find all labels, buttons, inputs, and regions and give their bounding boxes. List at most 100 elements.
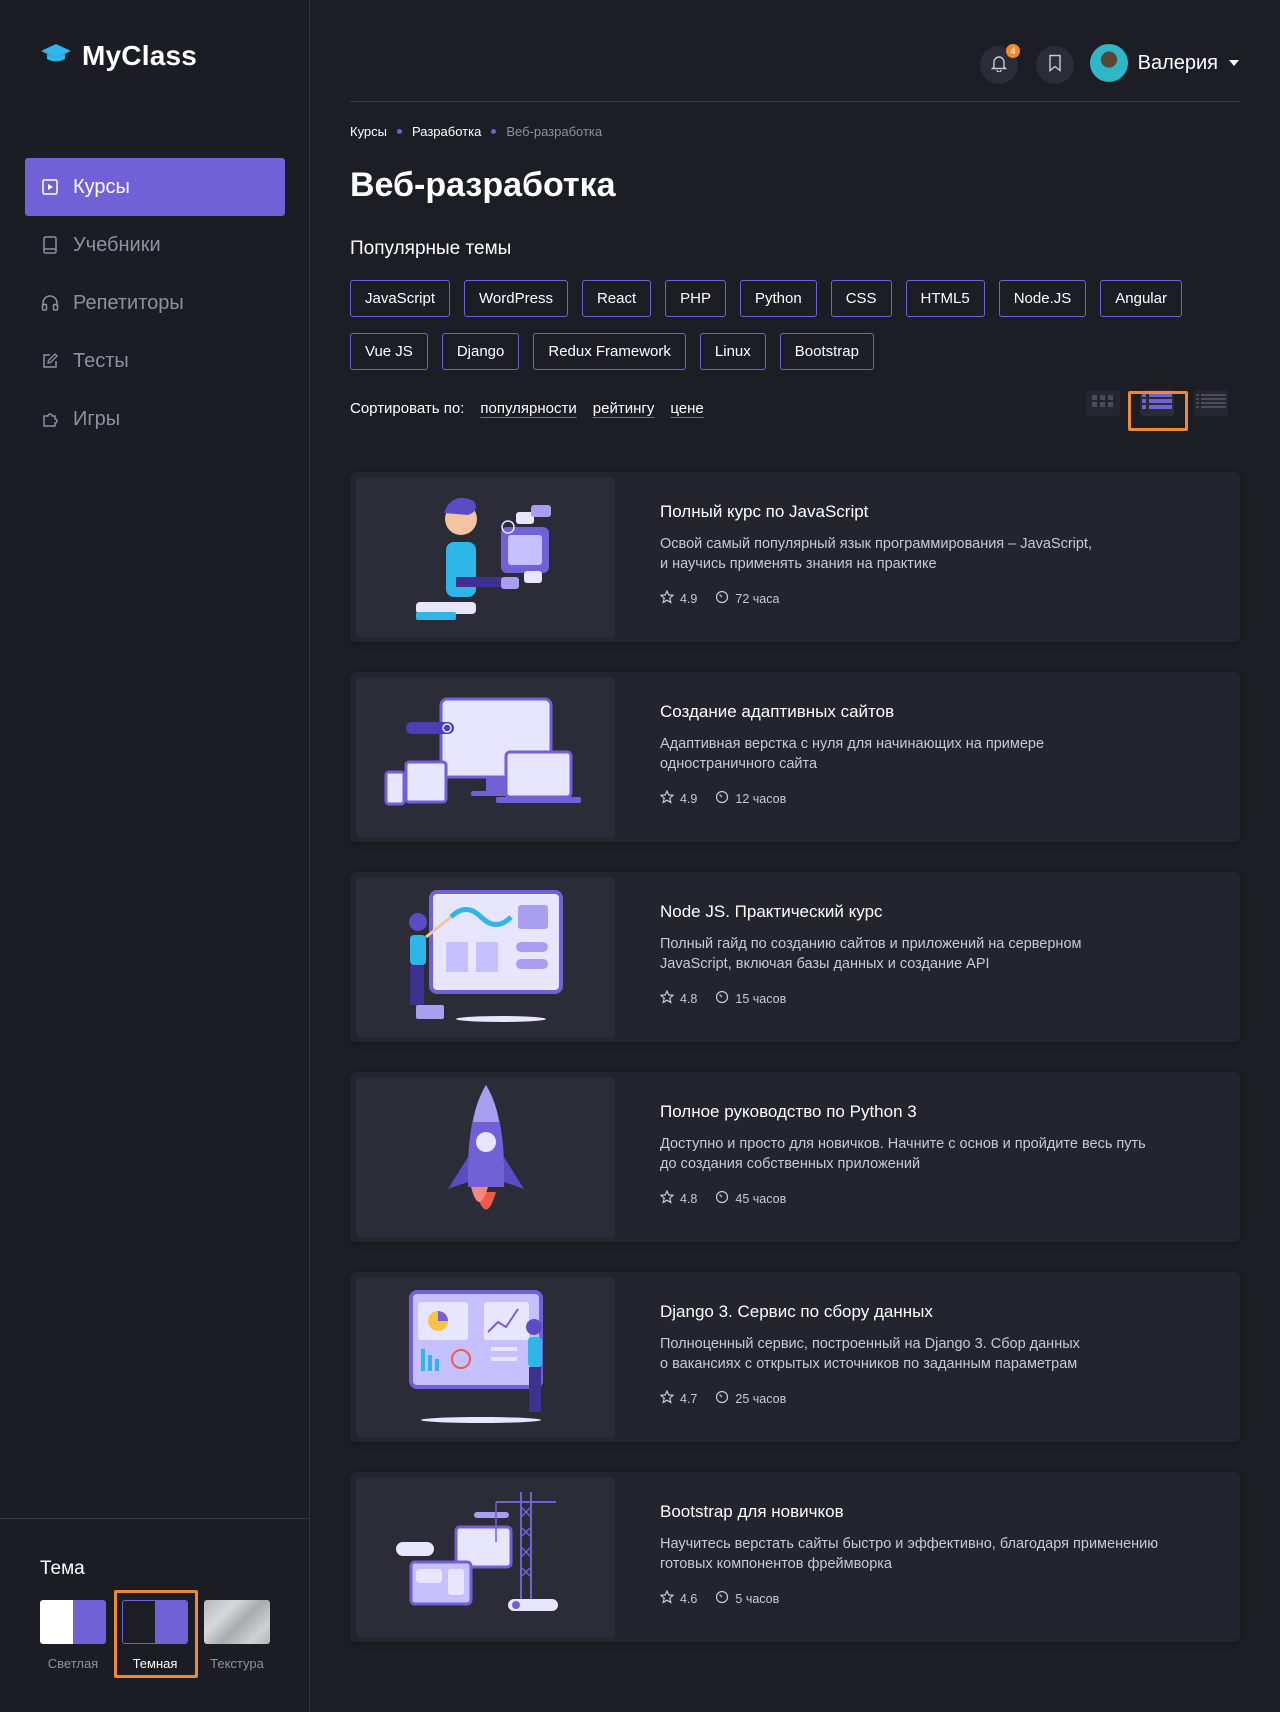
course-info: Bootstrap для новичков Научитесь верстат… <box>659 1502 1220 1607</box>
course-rating: 4.9 <box>680 791 698 806</box>
header: 4 Валерия <box>350 42 1240 102</box>
headphones-icon <box>41 294 59 312</box>
course-meta: 4.9 12 часов <box>659 789 1220 807</box>
grid-icon <box>1092 394 1114 412</box>
course-thumbnail <box>356 1277 615 1437</box>
sidebar-item-courses[interactable]: Курсы <box>25 158 285 216</box>
logo[interactable]: MyClass <box>40 40 197 72</box>
course-card[interactable]: Полное руководство по Python 3 Доступно … <box>350 1072 1240 1242</box>
grid-view-button[interactable] <box>1086 390 1120 416</box>
course-description: Полноценный сервис, построенный на Djang… <box>660 1336 1080 1372</box>
star-icon <box>659 1589 675 1607</box>
user-name: Валерия <box>1137 51 1218 74</box>
course-info: Django 3. Сервис по сбору данных Полноце… <box>659 1302 1220 1407</box>
book-icon <box>41 236 59 254</box>
topic-tag[interactable]: Django <box>441 333 520 370</box>
sidebar-item-tests[interactable]: Тесты <box>25 332 285 390</box>
topic-tag[interactable]: Angular <box>1100 280 1182 317</box>
theme-option-dark[interactable]: Темная <box>122 1600 188 1671</box>
breadcrumb-item[interactable]: Разработка <box>412 124 481 139</box>
star-icon <box>659 1389 675 1407</box>
sidebar-item-games[interactable]: Игры <box>25 390 285 448</box>
topic-tag[interactable]: HTML5 <box>905 280 985 317</box>
star-icon <box>659 789 675 807</box>
star-icon <box>659 589 675 607</box>
course-card[interactable]: Bootstrap для новичков Научитесь верстат… <box>350 1472 1240 1642</box>
view-toggles <box>1086 390 1228 416</box>
course-card[interactable]: Полный курс по JavaScript Освой самый по… <box>350 472 1240 642</box>
theme-option-light[interactable]: Светлая <box>40 1600 106 1671</box>
sidebar-item-textbooks[interactable]: Учебники <box>25 216 285 274</box>
course-card[interactable]: Создание адаптивных сайтов Адаптивная ве… <box>350 672 1240 842</box>
theme-options: Светлая Темная Текстура <box>40 1600 270 1671</box>
course-description: Полный гайд по созданию сайтов и приложе… <box>660 936 1082 972</box>
user-menu[interactable]: Валерия <box>1089 44 1240 82</box>
header-divider <box>350 101 1240 102</box>
course-rating: 4.8 <box>680 991 698 1006</box>
course-duration: 5 часов <box>735 1591 780 1606</box>
sidebar-item-tutors[interactable]: Репетиторы <box>25 274 285 332</box>
star-icon <box>659 989 675 1007</box>
notification-badge: 4 <box>1006 44 1020 58</box>
topic-tag[interactable]: Vue JS <box>350 333 428 370</box>
topic-tag[interactable]: JavaScript <box>350 280 451 317</box>
course-rating: 4.8 <box>680 1191 698 1206</box>
logo-text: MyClass <box>82 40 198 71</box>
timer-icon <box>715 790 729 807</box>
page-title: Веб-разработка <box>350 166 616 204</box>
course-thumbnail <box>356 1077 615 1237</box>
theme-swatch-light <box>40 1600 106 1644</box>
course-duration: 45 часов <box>735 1191 787 1206</box>
topic-tag[interactable]: React <box>581 280 652 317</box>
course-title: Полный курс по JavaScript <box>660 502 869 521</box>
topic-tag[interactable]: PHP <box>665 280 726 317</box>
topic-tag[interactable]: CSS <box>830 280 892 317</box>
course-meta: 4.8 45 часов <box>659 1189 1220 1207</box>
course-duration: 25 часов <box>735 1391 787 1406</box>
topic-tag[interactable]: Python <box>739 280 817 317</box>
course-title: Node JS. Практический курс <box>660 902 883 921</box>
breadcrumb-item[interactable]: Курсы <box>350 124 387 139</box>
chevron-down-icon <box>1228 54 1240 72</box>
sort-by-rating[interactable]: рейтингу <box>593 400 655 417</box>
sort-by-popularity[interactable]: популярности <box>480 400 576 417</box>
notifications-button[interactable]: 4 <box>980 44 1020 84</box>
course-thumbnail <box>356 477 615 637</box>
theme-option-texture[interactable]: Текстура <box>204 1600 270 1671</box>
list-icon <box>1142 392 1172 414</box>
course-list: Полный курс по JavaScript Освой самый по… <box>350 472 1240 1672</box>
topic-tag[interactable]: Node.JS <box>998 280 1087 317</box>
course-info: Node JS. Практический курс Полный гайд п… <box>659 902 1220 1007</box>
course-card[interactable]: Django 3. Сервис по сбору данных Полноце… <box>350 1272 1240 1442</box>
breadcrumb-separator <box>397 129 403 134</box>
course-rating: 4.7 <box>680 1391 698 1406</box>
topic-tag[interactable]: Bootstrap <box>779 333 874 370</box>
course-meta: 4.7 25 часов <box>659 1389 1220 1407</box>
list-view-button[interactable] <box>1140 390 1174 416</box>
course-description: Адаптивная верстка с нуля для начинающих… <box>660 736 1045 772</box>
theme-label: Светлая <box>47 1656 99 1671</box>
course-title: Bootstrap для новичков <box>660 1502 844 1521</box>
course-description: Научитесь верстать сайты быстро и эффект… <box>660 1536 1159 1572</box>
topic-tag[interactable]: Linux <box>699 333 766 370</box>
sort-by-price[interactable]: цене <box>670 400 703 417</box>
compact-list-icon <box>1196 393 1226 413</box>
sort-bar: Сортировать по: популярности рейтингу це… <box>350 400 704 417</box>
theme-swatch-dark <box>122 1600 188 1644</box>
breadcrumb-separator <box>491 129 497 134</box>
sort-label: Сортировать по: <box>350 400 465 417</box>
course-card[interactable]: Node JS. Практический курс Полный гайд п… <box>350 872 1240 1042</box>
topic-tag[interactable]: WordPress <box>464 280 568 317</box>
timer-icon <box>715 590 729 607</box>
sidebar-item-label: Тесты <box>73 349 129 372</box>
topic-tag[interactable]: Redux Framework <box>533 333 686 370</box>
course-rating: 4.9 <box>680 591 698 606</box>
compact-view-button[interactable] <box>1194 390 1228 416</box>
sidebar-nav: Курсы Учебники Репетиторы Тесты Игры <box>25 158 285 448</box>
breadcrumb-current: Веб-разработка <box>506 124 603 139</box>
bell-icon <box>990 54 1008 77</box>
course-thumbnail <box>356 877 615 1037</box>
breadcrumb: Курсы Разработка Веб-разработка <box>350 124 602 139</box>
bookmarks-button[interactable] <box>1036 46 1074 84</box>
theme-title: Тема <box>40 1558 85 1579</box>
